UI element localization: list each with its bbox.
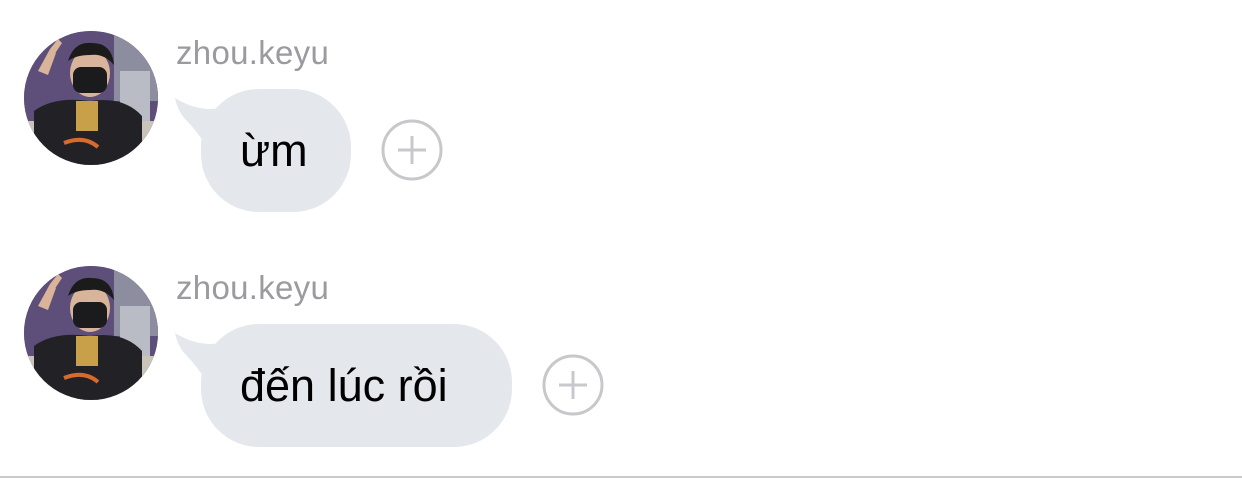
message-text: ừm [240, 124, 308, 176]
message-bubble[interactable]: ừm [201, 89, 351, 212]
message-bubble[interactable]: đến lúc rồi [201, 324, 512, 447]
message-row: zhou.keyu đến lúc rồi [0, 235, 1242, 447]
plus-circle-icon[interactable] [381, 119, 443, 181]
avatar[interactable] [24, 266, 158, 400]
message-text: đến lúc rồi [240, 359, 448, 411]
avatar[interactable] [24, 31, 158, 165]
avatar-image [24, 266, 158, 400]
sender-name: zhou.keyu [176, 34, 330, 71]
message-row: zhou.keyu ừm [0, 0, 1242, 212]
plus-circle-icon[interactable] [542, 354, 604, 416]
divider [0, 476, 1242, 478]
sender-name: zhou.keyu [176, 269, 330, 306]
avatar-image [24, 31, 158, 165]
